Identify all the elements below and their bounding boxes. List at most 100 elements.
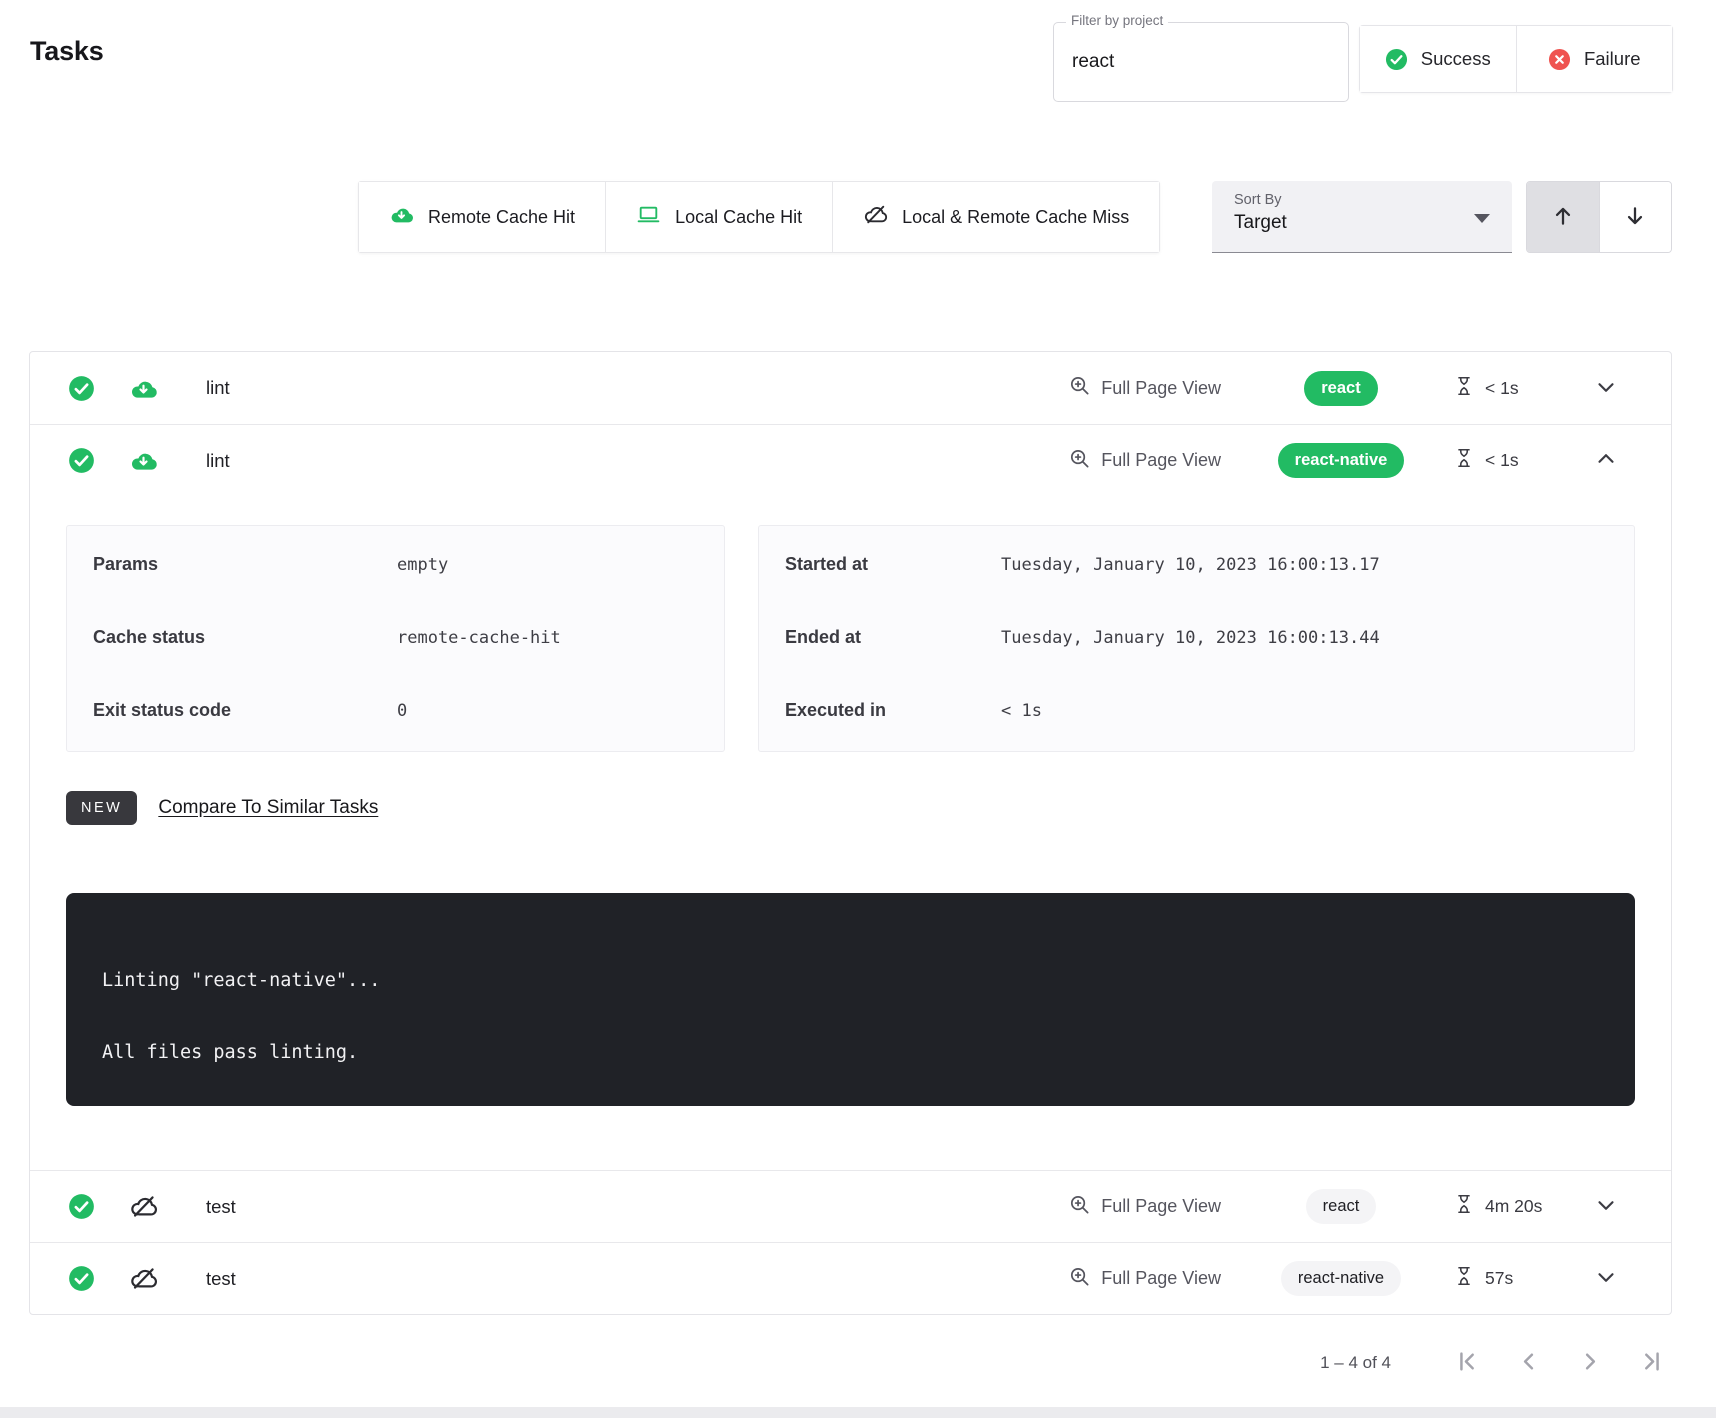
expand-task-button[interactable]: [1589, 1188, 1623, 1225]
full-page-view-label: Full Page View: [1101, 1268, 1221, 1289]
compare-to-similar-tasks-link[interactable]: Compare To Similar Tasks: [158, 797, 378, 819]
pagination-range: 1 – 4 of 4: [1320, 1353, 1391, 1373]
task-params-panel: Params empty Cache status remote-cache-h…: [66, 525, 725, 752]
task-duration-value: < 1s: [1485, 378, 1519, 399]
first-page-button[interactable]: [1453, 1348, 1480, 1378]
task-duration: < 1s: [1453, 447, 1565, 474]
chevron-down-icon: [1593, 1192, 1619, 1221]
terminal-line: Linting "react-native"...: [102, 963, 1599, 999]
exit-status-code-label: Exit status code: [93, 700, 397, 721]
collapse-task-button[interactable]: [1589, 442, 1623, 479]
last-page-icon: [1639, 1348, 1666, 1378]
local-cache-hit-label: Local Cache Hit: [675, 207, 802, 228]
local-cache-hit-filter[interactable]: Local Cache Hit: [605, 182, 832, 252]
success-check-icon: [68, 1193, 95, 1220]
zoom-in-icon: [1068, 374, 1091, 402]
hourglass-icon: [1453, 447, 1475, 474]
remote-cache-hit-label: Remote Cache Hit: [428, 207, 575, 228]
previous-page-icon: [1515, 1348, 1542, 1378]
hourglass-icon: [1453, 1193, 1475, 1220]
sort-by-value: Target: [1234, 212, 1492, 234]
failure-filter-button[interactable]: Failure: [1516, 26, 1673, 92]
chevron-down-icon: [1593, 374, 1619, 403]
terminal-line: All files pass linting.: [102, 1035, 1599, 1071]
task-timing-panel: Started at Tuesday, January 10, 2023 16:…: [758, 525, 1635, 752]
started-at-label: Started at: [785, 554, 1001, 575]
cache-status-value: remote-cache-hit: [397, 628, 561, 648]
success-filter-button[interactable]: Success: [1360, 26, 1516, 92]
project-badge[interactable]: react: [1306, 1189, 1377, 1224]
hourglass-icon: [1453, 375, 1475, 402]
cloud-slash-icon: [129, 1192, 158, 1221]
cloud-download-icon: [389, 202, 414, 232]
success-check-icon: [68, 447, 95, 474]
task-details: Params empty Cache status remote-cache-h…: [30, 496, 1671, 1170]
sort-by-label: Sort By: [1234, 192, 1492, 208]
filter-by-project-label: Filter by project: [1066, 13, 1168, 28]
task-duration: 57s: [1453, 1265, 1565, 1292]
executed-in-value: < 1s: [1001, 701, 1042, 721]
full-page-view-link[interactable]: Full Page View: [1062, 1192, 1227, 1222]
pagination: 1 – 4 of 4: [1320, 1340, 1666, 1386]
cloud-download-icon: [129, 374, 158, 403]
next-page-icon: [1577, 1348, 1604, 1378]
success-check-icon: [1385, 48, 1408, 71]
next-page-button[interactable]: [1577, 1348, 1604, 1378]
params-label: Params: [93, 554, 397, 575]
cache-miss-filter[interactable]: Local & Remote Cache Miss: [832, 182, 1159, 252]
remote-cache-hit-filter[interactable]: Remote Cache Hit: [359, 182, 605, 252]
arrow-up-icon: [1550, 203, 1576, 232]
caret-down-icon: [1474, 214, 1490, 223]
sort-descending-button[interactable]: [1599, 182, 1672, 252]
first-page-icon: [1453, 1348, 1480, 1378]
task-name: test: [206, 1196, 236, 1218]
project-badge[interactable]: react: [1304, 371, 1377, 406]
sort-ascending-button[interactable]: [1527, 182, 1599, 252]
project-badge[interactable]: react-native: [1281, 1261, 1401, 1296]
task-duration: 4m 20s: [1453, 1193, 1565, 1220]
zoom-in-icon: [1068, 1265, 1091, 1293]
task-row: lint Full Page View react < 1s: [30, 352, 1671, 424]
full-page-view-link[interactable]: Full Page View: [1062, 373, 1227, 403]
task-list: lint Full Page View react < 1s l: [29, 351, 1672, 1315]
last-page-button[interactable]: [1639, 1348, 1666, 1378]
ended-at-value: Tuesday, January 10, 2023 16:00:13.44: [1001, 628, 1380, 648]
expand-task-button[interactable]: [1589, 370, 1623, 407]
executed-in-label: Executed in: [785, 700, 1001, 721]
task-row-expanded: lint Full Page View react-native < 1s: [30, 424, 1671, 1170]
full-page-view-link[interactable]: Full Page View: [1062, 446, 1227, 476]
task-name: test: [206, 1268, 236, 1290]
sort-by-select[interactable]: Sort By Target: [1212, 181, 1512, 253]
task-duration-value: 4m 20s: [1485, 1196, 1542, 1217]
success-filter-label: Success: [1421, 48, 1491, 70]
task-duration-value: 57s: [1485, 1268, 1513, 1289]
full-page-view-label: Full Page View: [1101, 1196, 1221, 1217]
started-at-value: Tuesday, January 10, 2023 16:00:13.17: [1001, 555, 1380, 575]
bottom-scroll-strip: [0, 1407, 1716, 1418]
full-page-view-label: Full Page View: [1101, 378, 1221, 399]
full-page-view-link[interactable]: Full Page View: [1062, 1264, 1227, 1294]
expand-task-button[interactable]: [1589, 1260, 1623, 1297]
chevron-up-icon: [1593, 446, 1619, 475]
filter-by-project-field: Filter by project: [1053, 22, 1349, 102]
filter-by-project-input[interactable]: [1054, 23, 1348, 101]
cache-status-label: Cache status: [93, 627, 397, 648]
ended-at-label: Ended at: [785, 627, 1001, 648]
failure-filter-label: Failure: [1584, 48, 1641, 70]
exit-status-code-value: 0: [397, 701, 407, 721]
task-duration: < 1s: [1453, 375, 1565, 402]
project-badge[interactable]: react-native: [1278, 443, 1405, 478]
cloud-slash-icon: [129, 1264, 158, 1293]
task-row: test Full Page View react 4m 20s: [30, 1170, 1671, 1242]
cache-miss-label: Local & Remote Cache Miss: [902, 207, 1129, 228]
task-row: test Full Page View react-native 57s: [30, 1242, 1671, 1314]
cache-filter-group: Remote Cache Hit Local Cache Hit Local &…: [358, 181, 1160, 253]
chevron-down-icon: [1593, 1264, 1619, 1293]
previous-page-button[interactable]: [1515, 1348, 1542, 1378]
cloud-slash-icon: [863, 202, 888, 232]
cloud-download-icon: [129, 446, 158, 475]
success-check-icon: [68, 375, 95, 402]
zoom-in-icon: [1068, 1193, 1091, 1221]
task-name: lint: [206, 377, 230, 399]
task-row: lint Full Page View react-native < 1s: [30, 424, 1671, 496]
